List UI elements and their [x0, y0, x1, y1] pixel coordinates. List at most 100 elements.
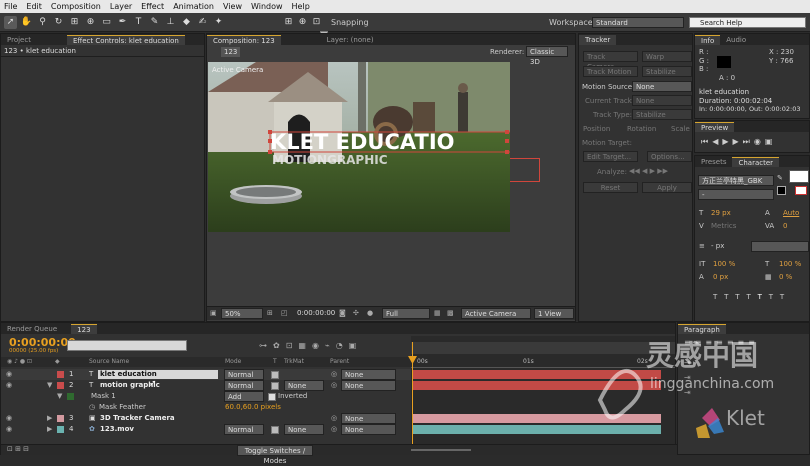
fill-color-swatch[interactable] [789, 170, 809, 183]
paragraph-align-buttons[interactable]: ≡≡≡≡≡≡≡ [684, 338, 759, 347]
toggle-switches-modes-button[interactable]: Toggle Switches / Modes [237, 445, 313, 465]
tab-render-queue[interactable]: Render Queue [1, 324, 63, 334]
video-toggle-icon[interactable]: ◉ [6, 424, 12, 435]
preserve-transparency-checkbox[interactable] [271, 371, 279, 379]
tab-character[interactable]: Character [732, 157, 780, 167]
mask-mode-select[interactable]: Add [224, 391, 264, 402]
trkmat-select[interactable]: None [284, 380, 324, 391]
rotation-checkbox[interactable]: Rotation [627, 125, 656, 133]
layer-row-3[interactable]: ◉ ▶ 3 ▣ 3D Tracker Camera ◎ None [1, 413, 411, 424]
tab-project[interactable]: Project [1, 35, 37, 45]
snapshot-icon[interactable]: ◙ [339, 309, 346, 317]
font-size-value[interactable]: 29 px [711, 209, 731, 217]
expand-triangle-icon[interactable]: ▼ [57, 391, 62, 402]
tracking-value[interactable]: 0 [783, 222, 787, 230]
tab-info[interactable]: Info [695, 35, 721, 45]
menu-edit[interactable]: Edit [26, 2, 42, 11]
layer-bar-2[interactable] [413, 381, 661, 390]
preserve-transparency-checkbox[interactable] [271, 382, 279, 390]
layer-row-2[interactable]: ◉ ▼ 2 T motion graphic ➚ Normal None ◎ N… [1, 379, 411, 391]
layer-bar-4[interactable] [413, 425, 661, 434]
layer-mode-select[interactable]: Normal [224, 369, 264, 380]
warp-stabilizer-button[interactable]: Warp Stabilizer [642, 51, 692, 62]
track-type-select[interactable]: Stabilize [632, 109, 692, 120]
tab-presets[interactable]: Presets [695, 157, 732, 167]
baseline-shift-value[interactable]: 0 px [713, 273, 728, 281]
hand-tool-icon[interactable]: ✋ [20, 16, 33, 29]
tab-tracker[interactable]: Tracker [579, 35, 617, 45]
always-preview-icon[interactable]: ▣ [210, 309, 217, 317]
expand-triangle-icon[interactable]: ▼ [47, 380, 52, 391]
stopwatch-icon[interactable]: ◷ [89, 402, 95, 413]
stroke-type-select[interactable] [751, 241, 809, 252]
scale-checkbox[interactable]: Scale [671, 125, 693, 133]
pan-behind-tool-icon[interactable]: ⊕ [84, 16, 97, 29]
menu-composition[interactable]: Composition [51, 2, 101, 11]
view-axis-icon[interactable]: ⊡ [310, 16, 323, 29]
horizontal-scale-value[interactable]: 100 % [779, 260, 801, 268]
rectangle-tool-icon[interactable]: ▭ [100, 16, 113, 29]
work-area-bar[interactable] [411, 342, 675, 354]
mask-feather-row[interactable]: ◷ Mask Feather 60.0,60.0 pixels [1, 402, 411, 413]
font-style-select[interactable]: - [698, 189, 774, 200]
region-of-interest-icon[interactable]: ▦ [434, 309, 441, 317]
selection-tool-icon[interactable]: ➚ [4, 16, 17, 29]
layer-bar-3[interactable] [413, 414, 661, 423]
tab-paragraph[interactable]: Paragraph [678, 324, 726, 334]
renderer-select[interactable]: Classic 3D [526, 46, 568, 66]
video-toggle-icon[interactable]: ◉ [6, 413, 12, 424]
layer-bar-1[interactable] [413, 370, 661, 379]
layer-row-4[interactable]: ◉ ▶ 4 ✿ 123.mov Normal None ◎ None [1, 424, 411, 435]
label-color-3[interactable] [57, 415, 64, 422]
parent-select[interactable]: None [341, 380, 396, 391]
pen-tool-icon[interactable]: ✒ [116, 16, 129, 29]
motion-source-select[interactable]: None [632, 81, 692, 92]
search-help-input[interactable]: Search Help [689, 17, 806, 28]
vertical-scale-value[interactable]: 100 % [713, 260, 735, 268]
col-trkmat[interactable]: TrkMat [284, 357, 304, 367]
pickwhip-icon[interactable]: ◎ [331, 369, 337, 380]
eraser-tool-icon[interactable]: ◆ [180, 16, 193, 29]
layer-mode-select[interactable]: Normal [224, 424, 264, 435]
puppet-tool-icon[interactable]: ✦ [212, 16, 225, 29]
layer-bounding-box-right[interactable] [510, 158, 540, 182]
viewer-timecode[interactable]: 0:00:00:00 [297, 309, 335, 317]
views-layout-select[interactable]: 1 View [534, 308, 574, 319]
tab-timeline-123[interactable]: 123 [71, 324, 97, 334]
reset-button[interactable]: Reset [583, 182, 638, 193]
roto-brush-tool-icon[interactable]: ✍ [196, 16, 209, 29]
tab-layer[interactable]: Layer: (none) [321, 35, 380, 45]
tsume-value[interactable]: 0 % [779, 273, 792, 281]
stroke-width-value[interactable]: - px [711, 242, 724, 250]
options-button[interactable]: Options... [647, 151, 692, 162]
grid-icon[interactable]: ⊞ [267, 309, 273, 317]
stabilize-motion-button[interactable]: Stabilize Motion [642, 66, 692, 77]
comp-navigator-badge[interactable]: 123 [221, 47, 241, 57]
mask-feather-value[interactable]: 60.0,60.0 pixels [225, 402, 281, 413]
text-tool-icon[interactable]: T [132, 16, 145, 29]
parent-select[interactable]: None [341, 424, 396, 435]
menu-animation[interactable]: Animation [173, 2, 214, 11]
expand-triangle-icon[interactable]: ▶ [47, 424, 52, 435]
menu-help[interactable]: Help [292, 2, 310, 11]
tab-effect-controls[interactable]: Effect Controls: klet education [66, 35, 185, 45]
resolution-select[interactable]: Full [382, 308, 430, 319]
font-family-select[interactable]: 方正兰亭特黑_GBK [698, 175, 774, 186]
analyze-buttons[interactable]: ◀◀ ◀ ▶ ▶▶ [629, 167, 668, 175]
time-ruler[interactable]: 00s 01s 02s [411, 356, 675, 368]
timeline-track-area[interactable]: 00s 01s 02s [408, 336, 675, 454]
col-parent[interactable]: Parent [330, 357, 349, 367]
layer-name-input[interactable]: klet education [98, 370, 218, 379]
timeline-search-input[interactable] [67, 340, 187, 351]
trkmat-select[interactable]: None [284, 424, 324, 435]
mask-color-swatch[interactable] [67, 393, 74, 400]
preserve-transparency-checkbox[interactable] [271, 426, 279, 434]
tab-composition[interactable]: Composition: 123 [207, 35, 281, 45]
text-style-buttons[interactable]: TTTTTTT [713, 293, 791, 301]
pickwhip-icon[interactable]: ◎ [331, 413, 337, 424]
zoom-tool-icon[interactable]: ⚲ [36, 16, 49, 29]
black-swatch[interactable] [777, 186, 786, 195]
composition-viewer[interactable]: Active Camera MOTIONGRAPHIC KLET EDUCATI… [208, 62, 510, 232]
leading-value[interactable]: Auto [783, 209, 799, 217]
video-toggle-icon[interactable]: ◉ [6, 369, 12, 380]
